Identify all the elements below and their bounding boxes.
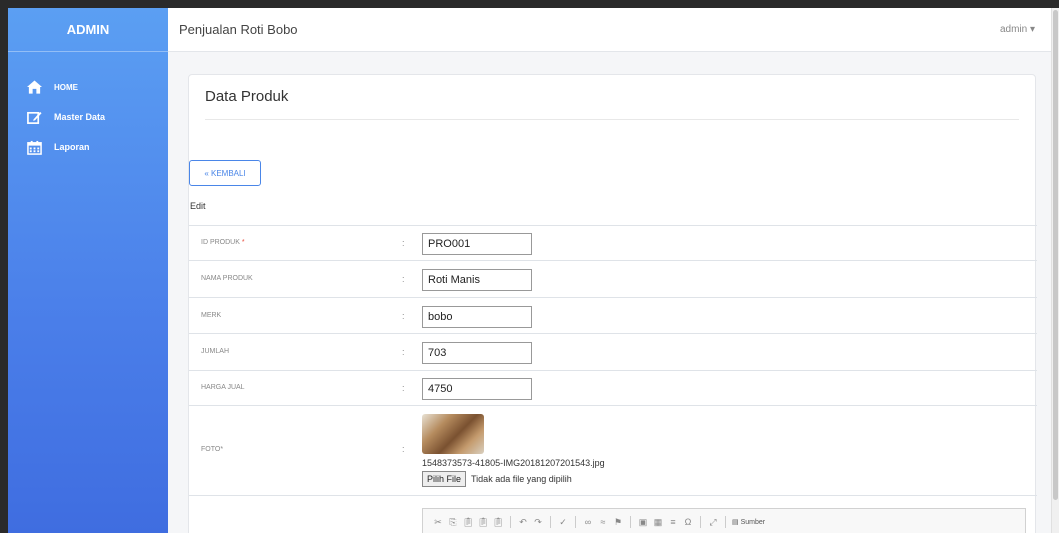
edit-icon	[26, 109, 42, 125]
required-mark: *	[241, 239, 245, 246]
colon: :	[402, 274, 405, 284]
scrollbar[interactable]	[1051, 8, 1059, 533]
special-char-icon[interactable]: Ω	[682, 516, 694, 528]
field-label: FOTO*	[201, 446, 224, 453]
toolbar-separator	[725, 516, 726, 528]
spellcheck-icon[interactable]: ✓	[557, 516, 569, 528]
form-row-nama-produk: NAMA PRODUK :	[189, 260, 1037, 297]
form-row-id-produk: ID PRODUK * :	[189, 225, 1037, 260]
link-icon[interactable]: ∞	[582, 516, 594, 528]
field-label: NAMA PRODUK	[201, 275, 253, 282]
sidebar-item-label: Master Data	[54, 112, 106, 122]
app-title: Penjualan Roti Bobo	[179, 22, 298, 37]
sidebar-brand: ADMIN	[8, 8, 168, 52]
unlink-icon[interactable]: ≈	[597, 516, 609, 528]
choose-file-button[interactable]: Pilih File	[422, 471, 467, 487]
image-icon[interactable]: ▣	[637, 516, 649, 528]
paste-word-icon[interactable]: 📋︎	[492, 516, 504, 528]
undo-icon[interactable]: ↶	[517, 516, 529, 528]
nama-produk-field[interactable]	[422, 269, 532, 291]
field-label: HARGA JUAL	[201, 384, 245, 391]
toolbar-separator	[575, 516, 576, 528]
form-row-foto: FOTO* : 1548373573-41805-IMG201812072015…	[189, 405, 1037, 495]
file-status: Tidak ada file yang dipilih	[471, 474, 572, 484]
product-card: Data Produk « KEMBALI Edit ID PRODUK * :…	[188, 74, 1037, 533]
redo-icon[interactable]: ↷	[532, 516, 544, 528]
sidebar-menu: HOME Master Data Laporan	[8, 76, 168, 158]
paste-text-icon[interactable]: 📋︎	[477, 516, 489, 528]
sidebar-item-laporan[interactable]: Laporan	[8, 136, 168, 158]
product-photo	[422, 414, 484, 454]
divider	[205, 119, 1019, 120]
scrollbar-thumb[interactable]	[1053, 10, 1058, 500]
form-row-jumlah: JUMLAH :	[189, 333, 1037, 370]
sidebar-item-master-data[interactable]: Master Data	[8, 106, 168, 128]
user-menu[interactable]: admin ▾	[1000, 24, 1035, 35]
section-label: Edit	[190, 201, 206, 211]
home-icon	[26, 79, 42, 95]
toolbar-separator	[630, 516, 631, 528]
editor-toolbar: ✂ ⎘ 📋︎ 📋︎ 📋︎ ↶ ↷ ✓ ∞ ≈ ⚑ ▣ ▦ ≡ Ω ⤢ ▤ Sum…	[423, 512, 1025, 532]
file-picker: Pilih File Tidak ada file yang dipilih	[422, 471, 572, 487]
source-label: Sumber	[740, 518, 766, 526]
id-produk-field[interactable]	[422, 233, 532, 255]
calendar-icon	[26, 139, 42, 155]
toolbar-separator	[700, 516, 701, 528]
colon: :	[402, 383, 405, 393]
page-title: Data Produk	[205, 88, 289, 105]
colon: :	[402, 444, 405, 454]
cut-icon[interactable]: ✂	[432, 516, 444, 528]
source-button[interactable]: ▤ Sumber	[732, 518, 766, 527]
horizontal-line-icon[interactable]: ≡	[667, 516, 679, 528]
topbar: Penjualan Roti Bobo admin ▾	[168, 8, 1059, 52]
source-icon: ▤	[732, 519, 739, 526]
form-row-description: ✂ ⎘ 📋︎ 📋︎ 📋︎ ↶ ↷ ✓ ∞ ≈ ⚑ ▣ ▦ ≡ Ω ⤢ ▤ Sum…	[189, 495, 1037, 533]
sidebar-item-label: HOME	[54, 82, 78, 92]
photo-filename: 1548373573-41805-IMG20181207201543.jpg	[422, 458, 605, 468]
app-window: ADMIN HOME Master Data Laporan Penjualan…	[8, 8, 1059, 533]
table-icon[interactable]: ▦	[652, 516, 664, 528]
colon: :	[402, 311, 405, 321]
field-label: ID PRODUK *	[201, 239, 245, 246]
harga-jual-field[interactable]	[422, 378, 532, 400]
copy-icon[interactable]: ⎘	[447, 516, 459, 528]
sidebar: ADMIN HOME Master Data Laporan	[8, 8, 168, 533]
anchor-icon[interactable]: ⚑	[612, 516, 624, 528]
toolbar-separator	[550, 516, 551, 528]
field-label: MERK	[201, 312, 222, 319]
form-row-harga-jual: HARGA JUAL :	[189, 370, 1037, 405]
field-label: JUMLAH	[201, 348, 230, 355]
sidebar-item-home[interactable]: HOME	[8, 76, 168, 98]
jumlah-field[interactable]	[422, 342, 532, 364]
sidebar-item-label: Laporan	[54, 142, 90, 152]
back-button[interactable]: « KEMBALI	[189, 160, 261, 186]
colon: :	[402, 347, 405, 357]
rich-text-editor[interactable]: ✂ ⎘ 📋︎ 📋︎ 📋︎ ↶ ↷ ✓ ∞ ≈ ⚑ ▣ ▦ ≡ Ω ⤢ ▤ Sum…	[422, 508, 1026, 533]
form-row-merk: MERK :	[189, 297, 1037, 333]
toolbar-separator	[510, 516, 511, 528]
merk-field[interactable]	[422, 306, 532, 328]
colon: :	[402, 238, 405, 248]
paste-icon[interactable]: 📋︎	[462, 516, 474, 528]
maximize-icon[interactable]: ⤢	[707, 516, 719, 528]
